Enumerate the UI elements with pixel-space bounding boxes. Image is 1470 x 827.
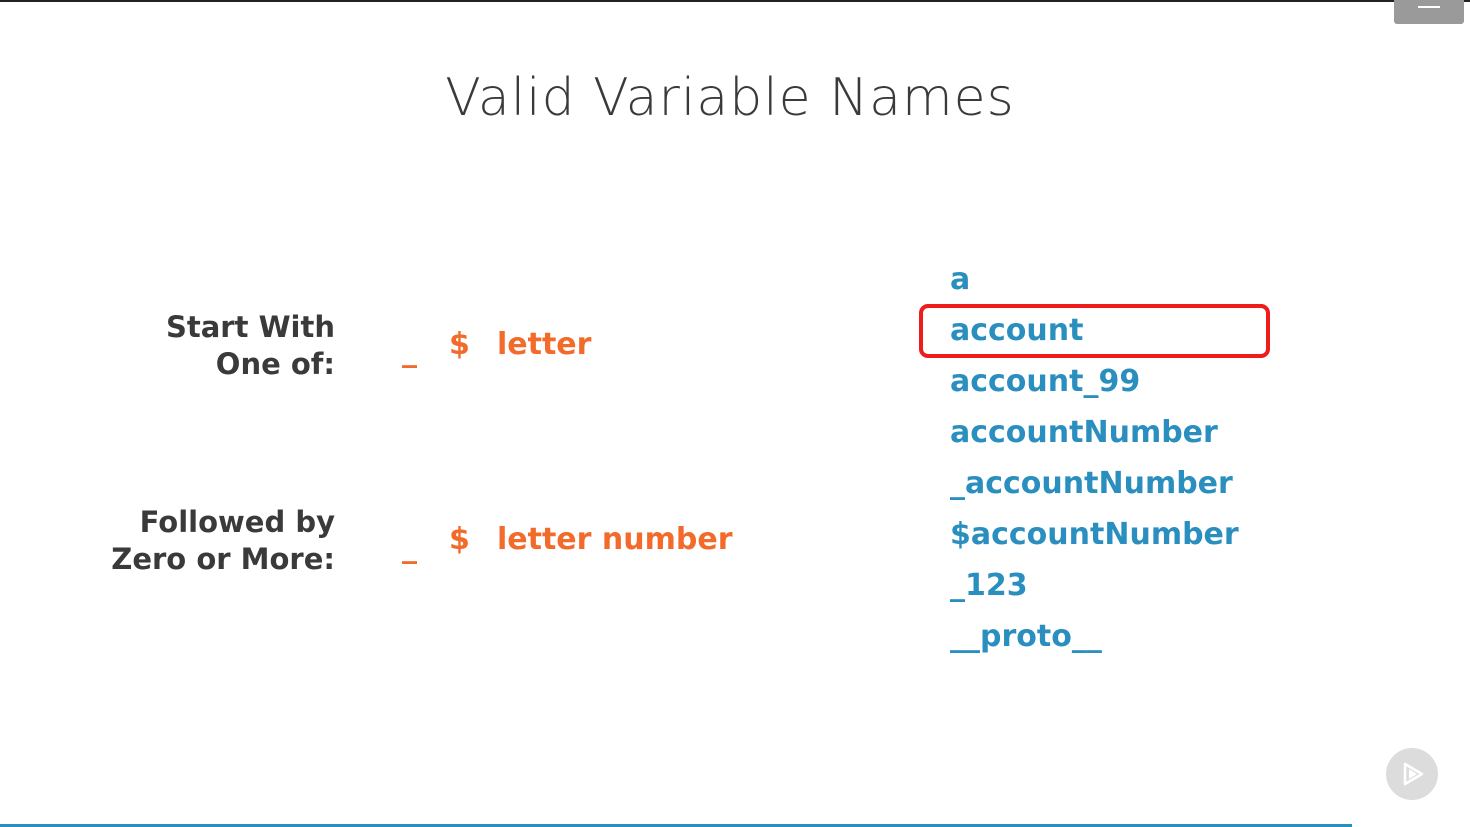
follow-rule-label-line2: Zero or More: [111, 542, 335, 576]
follow-token-dollar: $ [449, 522, 470, 557]
start-token-dollar: $ [449, 327, 470, 362]
start-token-underscore: _ [402, 334, 417, 369]
list-item: a [950, 262, 971, 297]
start-token-letter: letter [497, 327, 592, 362]
top-divider [0, 0, 1470, 2]
list-item: __proto__ [950, 619, 1102, 654]
list-item: _accountNumber [950, 466, 1233, 501]
menu-tab[interactable] [1394, 0, 1464, 24]
highlight-box [919, 304, 1270, 358]
list-item: _123 [950, 568, 1028, 603]
start-rule-label: Start With One of: [0, 309, 335, 383]
follow-token-underscore: _ [402, 530, 417, 565]
play-icon [1403, 762, 1424, 786]
start-rule-label-line2: One of: [215, 347, 335, 381]
list-item: account_99 [950, 364, 1141, 399]
follow-token-letter-number: letter number [497, 522, 733, 557]
list-item: accountNumber [950, 415, 1218, 450]
follow-rule-label: Followed by Zero or More: [0, 504, 335, 578]
list-item: $accountNumber [950, 517, 1239, 552]
hamburger-menu-icon [1418, 6, 1440, 8]
slide-title: Valid Variable Names [445, 68, 1015, 128]
play-button[interactable] [1386, 748, 1438, 800]
start-rule-label-line1: Start With [165, 310, 335, 344]
slide: Valid Variable Names Start With One of: … [0, 0, 1470, 827]
follow-rule-label-line1: Followed by [139, 505, 335, 539]
